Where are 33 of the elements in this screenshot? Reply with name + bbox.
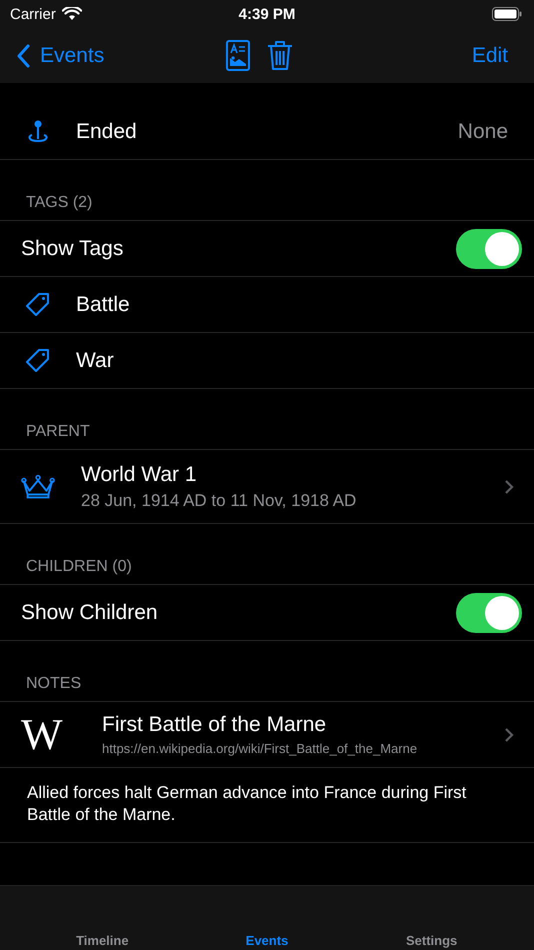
trash-icon[interactable] — [267, 40, 293, 71]
section-header: NOTES — [0, 641, 534, 702]
chevron-right-icon — [504, 726, 514, 742]
section-header: CHILDREN (0) — [0, 524, 534, 585]
link-url: https://en.wikipedia.org/wiki/First_Battle_of_the_Marne — [102, 741, 418, 756]
chevron-left-icon — [16, 44, 30, 68]
toggle-switch[interactable] — [456, 228, 522, 268]
tab[interactable]: Events — [196, 933, 337, 948]
crown-icon — [21, 472, 55, 500]
event-title[interactable]: World War 1 — [81, 462, 504, 486]
event-dates: 28 Jun, 1914 AD to 11 Nov, 1918 AD — [81, 490, 358, 510]
toggle-label: Show Tags — [21, 236, 124, 260]
carrier-label: Carrier — [10, 6, 56, 22]
document-image-icon[interactable] — [226, 40, 250, 71]
tag-label[interactable]: War — [76, 348, 508, 372]
toggle-label: Show Children — [21, 600, 159, 624]
tag-label[interactable]: Battle — [76, 292, 508, 316]
tab[interactable]: Settings — [362, 933, 502, 948]
note-text: Allied forces halt German advance into France during First Battle of the Marne. — [0, 768, 534, 844]
toggle-switch[interactable] — [456, 592, 522, 632]
back-button[interactable]: Events — [16, 44, 104, 68]
tab[interactable]: Timeline — [32, 933, 172, 948]
row-value: None — [458, 120, 508, 144]
section-header: TAGS (2) — [0, 160, 534, 221]
edit-button[interactable]: Edit — [472, 44, 508, 68]
battery-icon — [492, 7, 522, 21]
link-title[interactable]: First Battle of the Marne — [102, 713, 504, 737]
wifi-icon — [62, 7, 82, 21]
row-label: Ended — [76, 120, 138, 144]
wiki-logo: W — [21, 712, 64, 756]
section-header: PARENT — [0, 389, 534, 450]
status-time: 4:39 PM — [238, 6, 296, 22]
chevron-right-icon — [504, 478, 514, 494]
